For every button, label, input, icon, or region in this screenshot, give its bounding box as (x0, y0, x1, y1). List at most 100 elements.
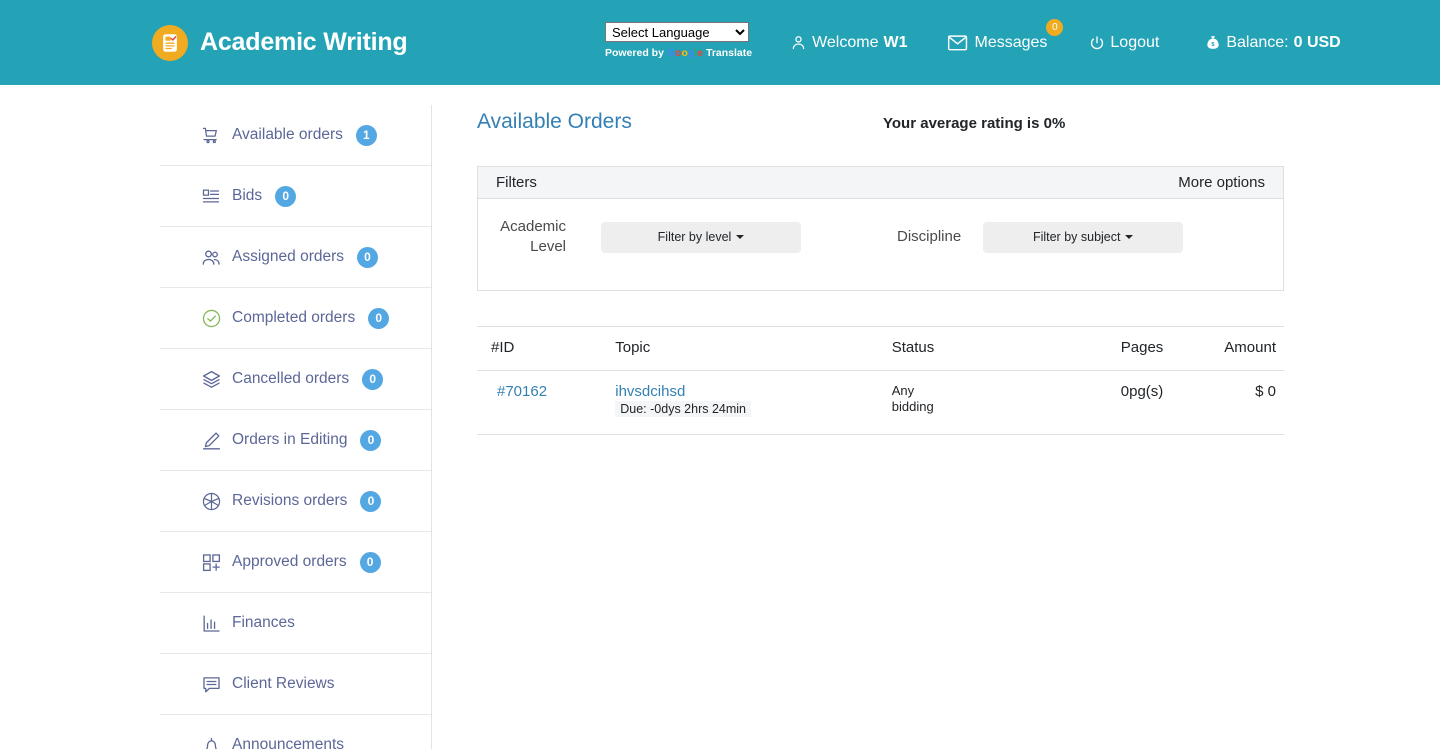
main-content: Available Orders Your average rating is … (432, 105, 1440, 749)
sidebar-item-label: Finances (232, 614, 295, 632)
filter-by-level-button[interactable]: Filter by level (601, 222, 801, 253)
chevron-down-icon (736, 235, 744, 239)
google-letter-g: G (667, 47, 675, 59)
table-header-row: #ID Topic Status Pages Amount (477, 326, 1284, 370)
more-options-link[interactable]: More options (1178, 174, 1265, 191)
sidebar-item-label: Revisions orders (232, 492, 347, 510)
google-translate-widget[interactable]: Select Language Powered by Google Transl… (605, 22, 752, 59)
pencil-icon (200, 429, 222, 451)
sidebar-nav: Available orders 1 Bids 0 (160, 105, 432, 749)
sidebar-item-label: Completed orders (232, 309, 355, 327)
table-row[interactable]: #70162 ihvsdcihsd Due: -0dys 2hrs 24min … (477, 370, 1284, 434)
grid-plus-icon (200, 551, 222, 573)
page-body: Available orders 1 Bids 0 (0, 85, 1440, 749)
sidebar-item-label: Bids (232, 187, 262, 205)
column-header-status: Status (892, 326, 1033, 370)
messages-label: Messages (974, 34, 1047, 52)
brand-title: Academic Writing (200, 28, 408, 57)
envelope-icon (947, 33, 969, 52)
sidebar-item-label: Assigned orders (232, 248, 344, 266)
discipline-label: Discipline (897, 227, 961, 247)
translate-text: Translate (706, 47, 752, 59)
cell-pages: 0pg(s) (1033, 370, 1171, 434)
sidebar-item-badge: 1 (356, 125, 377, 146)
sidebar-item-finances[interactable]: Finances (160, 593, 431, 654)
sidebar-item-revisions-orders[interactable]: Revisions orders 0 (160, 471, 431, 532)
users-icon (200, 246, 222, 268)
welcome-user[interactable]: Welcome W1 (790, 34, 907, 52)
sidebar-item-approved-orders[interactable]: Approved orders 0 (160, 532, 431, 593)
language-select[interactable]: Select Language (605, 22, 749, 42)
orders-table-body: #70162 ihvsdcihsd Due: -0dys 2hrs 24min … (477, 370, 1284, 434)
balance-value: 0 USD (1294, 34, 1341, 52)
logout-label: Logout (1110, 34, 1159, 52)
sidebar-item-label: Approved orders (232, 553, 347, 571)
filters-title: Filters (496, 174, 537, 191)
sidebar-item-label: Announcements (232, 736, 344, 749)
filters-card: Filters More options Academic Level Filt… (477, 166, 1284, 291)
sidebar-item-badge: 0 (360, 552, 381, 573)
average-rating-text: Your average rating is 0% (883, 115, 1065, 132)
sidebar-item-label: Cancelled orders (232, 370, 349, 388)
logout-link[interactable]: Logout (1089, 34, 1159, 52)
cell-amount: $ 0 (1171, 370, 1284, 434)
sidebar-item-assigned-orders[interactable]: Assigned orders 0 (160, 227, 431, 288)
order-status-text: Any bidding (892, 383, 940, 416)
comment-lines-icon (200, 673, 222, 695)
sidebar-item-badge: 0 (360, 430, 381, 451)
cell-topic: ihvsdcihsd Due: -0dys 2hrs 24min (615, 370, 892, 434)
money-bag-icon: $ (1205, 34, 1221, 51)
sidebar-item-available-orders[interactable]: Available orders 1 (160, 105, 431, 166)
column-header-id: #ID (477, 326, 615, 370)
balance-label: Balance: (1226, 34, 1288, 52)
sidebar-item-client-reviews[interactable]: Client Reviews (160, 654, 431, 715)
filters-card-body: Academic Level Filter by level Disciplin… (478, 199, 1283, 290)
sidebar-item-orders-in-editing[interactable]: Orders in Editing 0 (160, 410, 431, 471)
order-id-link[interactable]: #70162 (491, 383, 547, 400)
powered-by-google-translate: Powered by Google Translate (605, 47, 752, 59)
discipline-filter-group: Discipline Filter by subject (897, 222, 1183, 253)
order-pages-text: 0pg(s) (1121, 383, 1164, 400)
list-lines-icon (200, 185, 222, 207)
filter-by-level-label: Filter by level (658, 230, 732, 244)
messages-link[interactable]: Messages 0 (947, 33, 1047, 52)
sidebar-item-completed-orders[interactable]: Completed orders 0 (160, 288, 431, 349)
bell-icon (200, 734, 222, 749)
app-header: Academic Writing Select Language Powered… (0, 0, 1440, 85)
user-icon (790, 34, 807, 51)
page-title: Available Orders (477, 110, 883, 134)
check-circle-icon (200, 307, 222, 329)
filter-by-subject-button[interactable]: Filter by subject (983, 222, 1183, 253)
sidebar-item-badge: 0 (357, 247, 378, 268)
column-header-topic: Topic (615, 326, 892, 370)
welcome-label: Welcome (812, 34, 878, 52)
main-header-row: Available Orders Your average rating is … (477, 110, 1284, 134)
column-header-amount: Amount (1171, 326, 1284, 370)
filters-card-header: Filters More options (478, 167, 1283, 199)
order-amount-text: $ 0 (1255, 383, 1276, 400)
document-clipboard-icon (152, 25, 188, 61)
sidebar-item-bids[interactable]: Bids 0 (160, 166, 431, 227)
balance-display[interactable]: $ Balance: 0 USD (1205, 34, 1340, 52)
aperture-icon (200, 490, 222, 512)
sidebar-item-announcements[interactable]: Announcements (160, 715, 431, 749)
academic-level-label: Academic Level (478, 217, 566, 258)
header-right-group: Select Language Powered by Google Transl… (605, 0, 1341, 85)
google-letter-e: e (697, 47, 703, 59)
sidebar-item-cancelled-orders[interactable]: Cancelled orders 0 (160, 349, 431, 410)
brand[interactable]: Academic Writing (152, 25, 408, 61)
username-label: W1 (883, 34, 907, 52)
sidebar-item-label: Client Reviews (232, 675, 335, 693)
academic-level-filter-group: Academic Level Filter by level (478, 217, 801, 258)
order-topic-link[interactable]: ihvsdcihsd (615, 383, 892, 400)
sidebar-item-label: Available orders (232, 126, 343, 144)
layers-icon (200, 368, 222, 390)
sidebar-item-badge: 0 (368, 308, 389, 329)
cell-order-id: #70162 (477, 370, 615, 434)
sidebar-item-badge: 0 (360, 491, 381, 512)
bar-chart-icon (200, 612, 222, 634)
sidebar-item-badge: 0 (362, 369, 383, 390)
order-due-badge: Due: -0dys 2hrs 24min (615, 401, 751, 417)
powered-by-text: Powered by (605, 47, 667, 59)
column-header-pages: Pages (1033, 326, 1171, 370)
